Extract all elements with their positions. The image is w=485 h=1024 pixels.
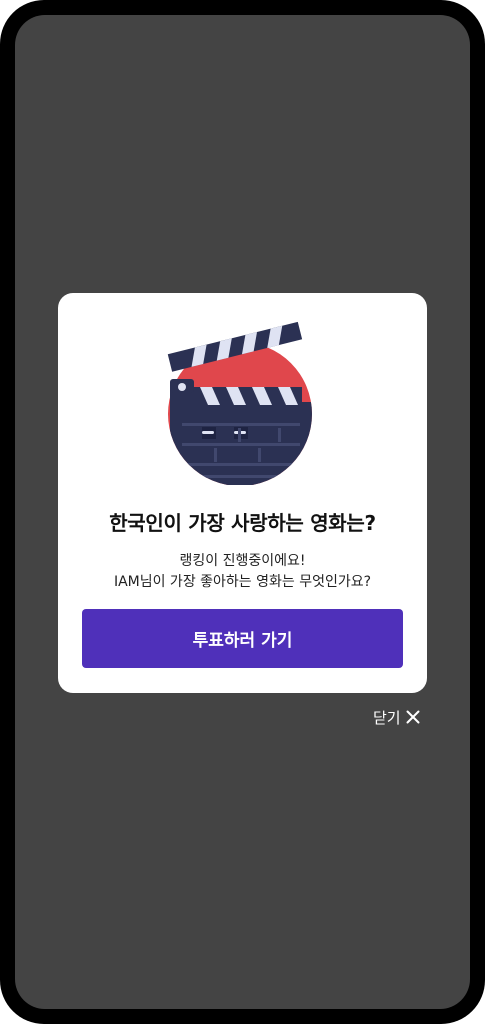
clapperboard-icon — [167, 321, 312, 485]
modal-message-line2: IAM님이 가장 좋아하는 영화는 무엇인가요? — [113, 574, 372, 590]
close-label: 닫기 — [373, 708, 401, 727]
modal-title: 한국인이 가장 사랑하는 영화는? — [109, 511, 376, 535]
modal-message-line1: 랭킹이 진행중이에요! — [179, 553, 306, 569]
promo-modal: 한국인이 가장 사랑하는 영화는? 랭킹이 진행중이에요! IAM님이 가장 좋… — [58, 293, 427, 693]
modal-message: 랭킹이 진행중이에요! IAM님이 가장 좋아하는 영화는 무엇인가요? — [58, 551, 427, 593]
vote-button-label: 투표하러 가기 — [192, 631, 293, 651]
close-button[interactable]: 닫기 — [373, 705, 420, 729]
phone-frame: 한국인이 가장 사랑하는 영화는? 랭킹이 진행중이에요! IAM님이 가장 좋… — [0, 0, 485, 1024]
dimmed-overlay[interactable]: 한국인이 가장 사랑하는 영화는? 랭킹이 진행중이에요! IAM님이 가장 좋… — [15, 15, 470, 1009]
vote-button[interactable]: 투표하러 가기 — [82, 609, 403, 668]
close-icon — [406, 710, 420, 724]
